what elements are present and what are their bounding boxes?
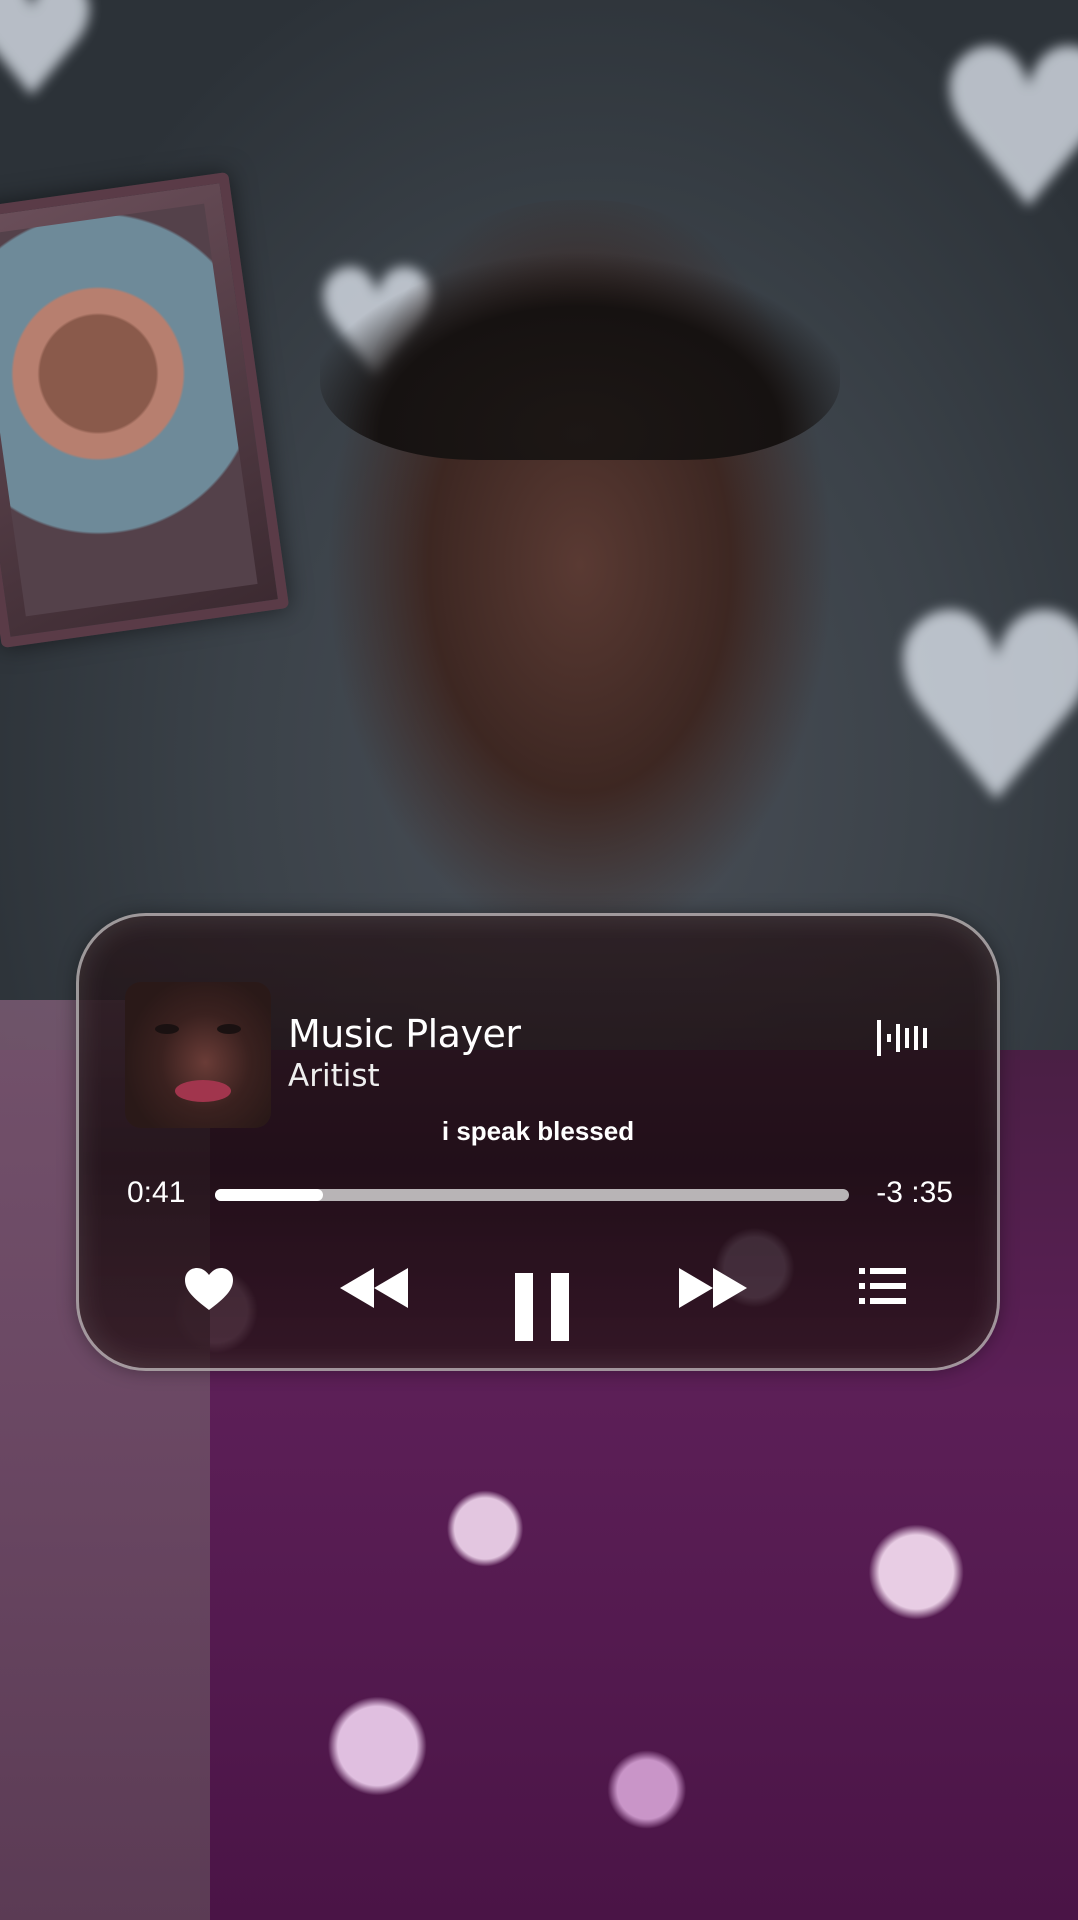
list-icon [859, 1268, 906, 1304]
picture-frame [0, 171, 290, 649]
progress-bar[interactable] [215, 1189, 849, 1201]
heart-icon [185, 1268, 233, 1310]
track-title: Music Player [288, 1012, 521, 1056]
time-elapsed: 0:41 [127, 1176, 186, 1209]
fast-forward-button[interactable] [673, 1266, 753, 1310]
waveform-icon[interactable] [875, 1016, 929, 1060]
like-button[interactable] [179, 1266, 239, 1312]
pause-icon [515, 1273, 569, 1341]
fast-forward-icon [679, 1268, 747, 1308]
heart-decoration: ♥ [880, 559, 1078, 861]
music-player-card: Music Player Aritist i speak blessed 0:4… [76, 913, 1000, 1371]
progress-fill [215, 1189, 323, 1201]
lyric-line: i speak blessed [441, 1116, 635, 1146]
person-hair [320, 200, 840, 460]
pause-button[interactable] [507, 1271, 577, 1343]
heart-decoration: ♥ [930, 2, 1078, 258]
rewind-button[interactable] [334, 1266, 414, 1310]
album-art[interactable] [125, 982, 271, 1128]
track-artist: Aritist [288, 1058, 380, 1094]
queue-button[interactable] [853, 1266, 913, 1306]
rewind-icon [340, 1268, 408, 1308]
time-remaining: -3 :35 [876, 1176, 953, 1209]
heart-decoration: ♥ [0, 0, 104, 133]
